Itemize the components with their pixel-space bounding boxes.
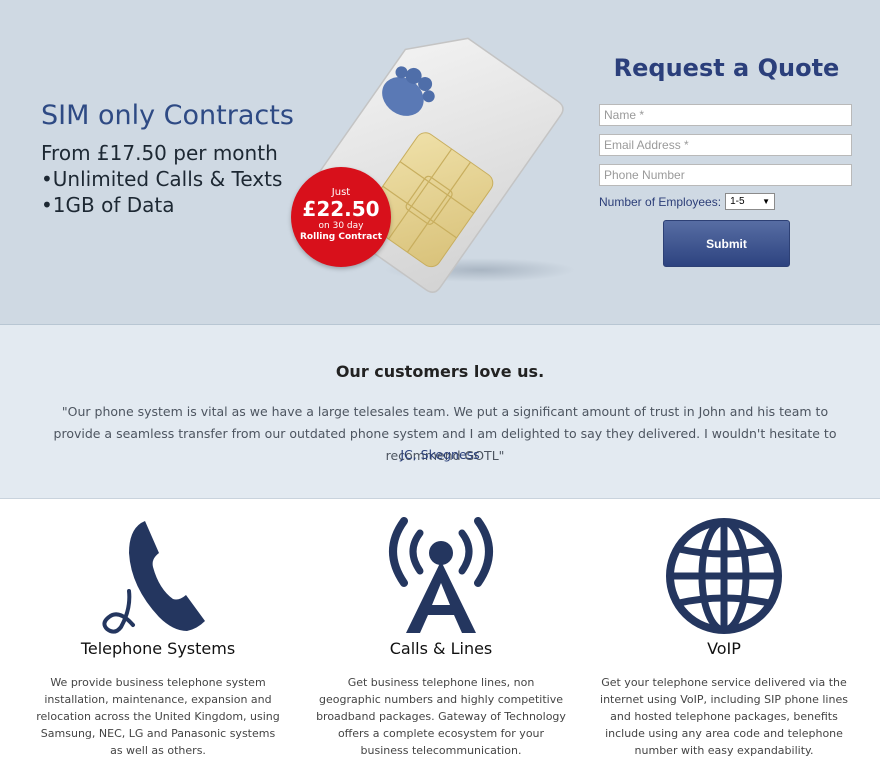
badge-price: £22.50 — [302, 197, 380, 221]
testimonial-author: JC, Skegness — [400, 447, 480, 462]
globe-icon — [665, 517, 783, 639]
hero-title: SIM only Contracts — [41, 100, 294, 131]
service-description: Get business telephone lines, non geogra… — [316, 676, 566, 757]
testimonial-heading: Our customers love us. — [335, 362, 545, 381]
telephone-icon — [101, 517, 216, 639]
phone-field[interactable] — [599, 164, 852, 186]
hero-text: SIM only Contracts From £17.50 per month… — [41, 100, 294, 218]
quote-form-title: Request a Quote — [613, 54, 840, 82]
services-section: Telephone Systems We provide business te… — [0, 499, 880, 769]
employees-select[interactable]: 1-5 ▼ — [725, 193, 776, 210]
name-field[interactable] — [599, 104, 852, 126]
hero-calls-line: •Unlimited Calls & Texts — [41, 167, 283, 191]
chevron-down-icon: ▼ — [762, 197, 771, 206]
service-title: Telephone Systems — [80, 639, 236, 658]
email-field[interactable] — [599, 134, 852, 156]
submit-button[interactable]: Submit — [663, 220, 790, 267]
service-description: We provide business telephone system ins… — [36, 676, 280, 757]
quote-form: Request a Quote Number of Employees: 1-5… — [599, 52, 854, 267]
price-badge: Just £22.50 on 30 day Rolling Contract — [291, 167, 391, 267]
badge-term: on 30 day — [318, 221, 364, 231]
employees-row: Number of Employees: 1-5 ▼ — [599, 193, 854, 210]
antenna-icon — [384, 517, 499, 639]
hero-banner: SIM only Contracts From £17.50 per month… — [0, 0, 880, 325]
employees-selected-value: 1-5 — [730, 196, 745, 207]
service-description: Get your telephone service delivered via… — [600, 676, 848, 757]
badge-contract: Rolling Contract — [300, 232, 382, 242]
service-title: VoIP — [707, 639, 741, 658]
hero-price-line: From £17.50 per month — [41, 141, 278, 165]
employees-label: Number of Employees: — [599, 194, 722, 209]
testimonial-section: Our customers love us. "Our phone system… — [0, 325, 880, 499]
service-title: Calls & Lines — [389, 639, 493, 658]
hero-data-line: •1GB of Data — [41, 193, 175, 217]
